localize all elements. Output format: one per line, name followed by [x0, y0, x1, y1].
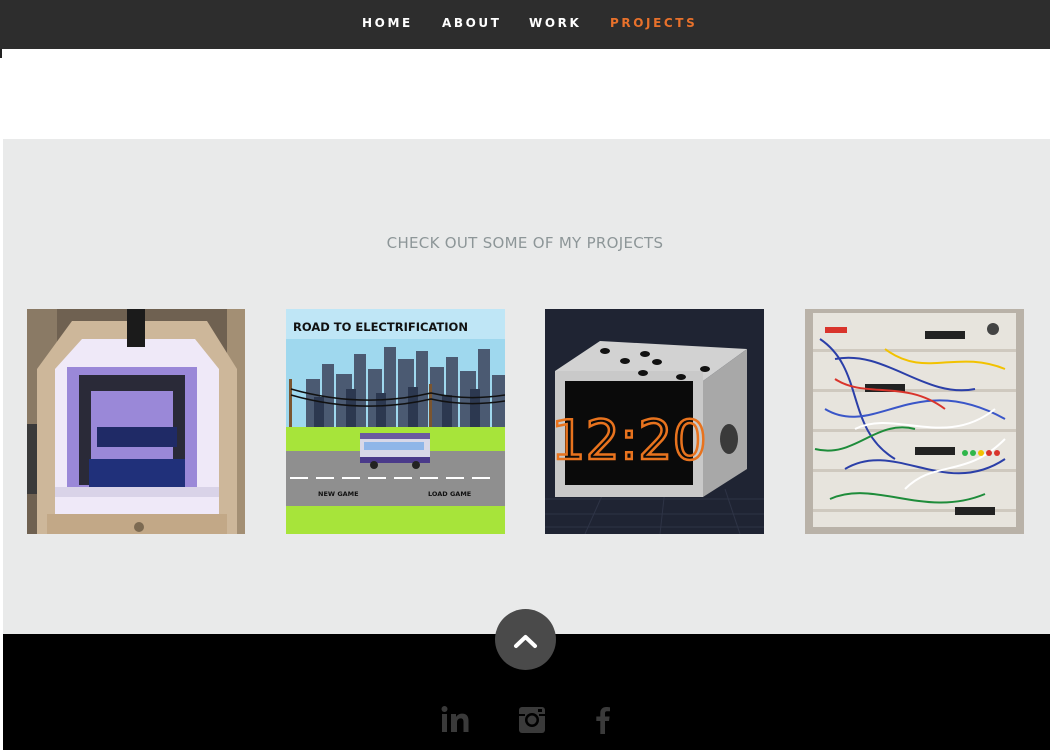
instagram-icon — [519, 707, 545, 733]
road-to-electrification-game-screenshot: ROAD TO ELECTRIFICATION NEW GAME LOAD GA… — [286, 309, 505, 534]
load-game-label: LOAD GAME — [428, 490, 471, 498]
digital-clock-render: 12:20 — [545, 309, 764, 534]
game-title-text: ROAD TO ELECTRIFICATION — [293, 320, 468, 334]
nav-menu: HOME ABOUT WORK PROJECTS — [0, 0, 1050, 49]
linkedin-link[interactable] — [434, 700, 474, 740]
project-thumb-breadboard[interactable] — [805, 309, 1024, 534]
projects-heading: CHECK OUT SOME OF MY PROJECTS — [386, 234, 664, 252]
nav-edge-mark — [0, 49, 2, 58]
spacer — [3, 49, 1050, 139]
nav-link-projects[interactable]: PROJECTS — [610, 16, 697, 30]
nav-link-home[interactable]: HOME — [362, 16, 413, 30]
project-thumb-clock[interactable]: 12:20 — [545, 309, 764, 534]
section-notch — [0, 139, 3, 165]
project-thumb-3d-printer[interactable] — [27, 309, 245, 534]
linkedin-icon — [441, 706, 469, 732]
new-game-label: NEW GAME — [318, 490, 359, 498]
nav-link-about[interactable]: ABOUT — [442, 16, 502, 30]
scroll-to-top-button[interactable] — [495, 609, 556, 670]
project-thumb-road-game[interactable]: ROAD TO ELECTRIFICATION NEW GAME LOAD GA… — [286, 309, 505, 534]
instagram-link[interactable] — [512, 700, 552, 740]
facebook-icon — [596, 707, 610, 734]
nav-link-work[interactable]: WORK — [529, 16, 581, 30]
facebook-link[interactable] — [584, 700, 624, 740]
chevron-up-icon — [514, 635, 537, 648]
breadboard-circuit-photo — [805, 309, 1024, 534]
clock-time-text: 12:20 — [551, 409, 707, 472]
3d-printer-enclosure-photo — [27, 309, 245, 534]
